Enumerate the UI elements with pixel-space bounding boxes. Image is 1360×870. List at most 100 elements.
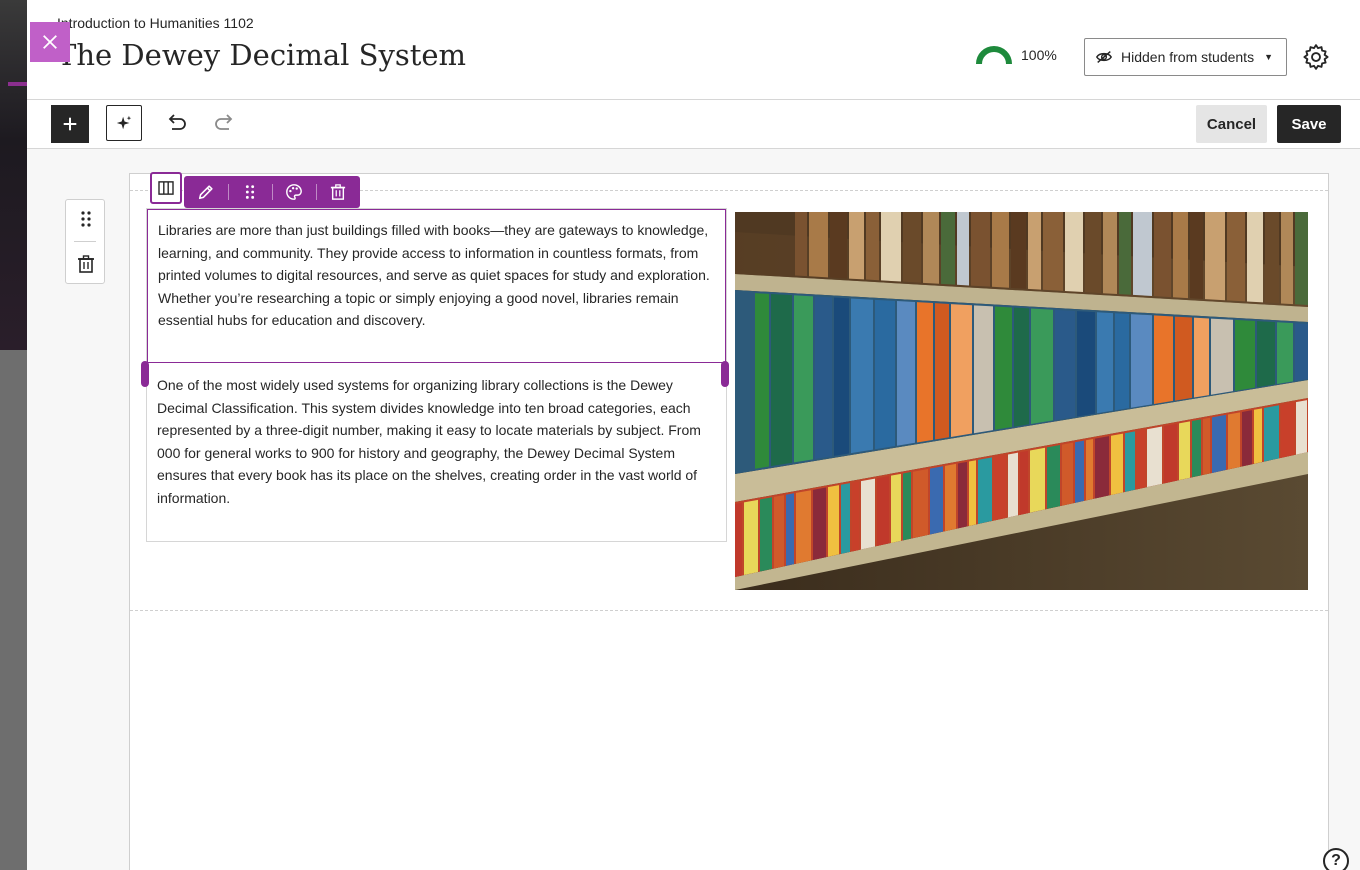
book-spine [978, 457, 992, 524]
book-spine [795, 212, 807, 277]
book-spine [923, 212, 939, 284]
book-spine [774, 495, 784, 569]
editor-toolbar: Cancel Save [27, 100, 1360, 149]
book-spine [917, 302, 933, 443]
book-spine [1103, 212, 1117, 294]
plus-icon [63, 117, 77, 131]
book-spine [1111, 433, 1123, 495]
book-spine [1203, 417, 1210, 475]
book-spine [851, 298, 873, 454]
document-editor-panel: Introduction to Humanities 1102 The Dewe… [27, 0, 1360, 870]
visibility-label: Hidden from students [1121, 49, 1255, 65]
book-spine [1179, 421, 1190, 481]
library-bookshelf-image[interactable] [735, 212, 1308, 590]
save-button[interactable]: Save [1277, 105, 1341, 143]
help-button[interactable]: ? [1323, 848, 1349, 870]
book-spine [1173, 212, 1188, 299]
book-spine [1043, 212, 1063, 291]
delete-block-button[interactable] [316, 176, 360, 208]
book-spine [1281, 212, 1293, 305]
book-spine [875, 299, 895, 450]
book-spine [1194, 317, 1209, 398]
undo-button[interactable] [164, 112, 190, 136]
book-spine [1228, 412, 1240, 470]
book-spine [1264, 405, 1279, 462]
book-spine [755, 293, 769, 469]
book-spine [891, 473, 901, 543]
block-toolbar [184, 176, 360, 208]
book-spine [1154, 315, 1173, 404]
book-spine [735, 502, 742, 577]
book-spine [1047, 445, 1060, 509]
book-spine [834, 297, 849, 456]
selected-paragraph[interactable]: Libraries are more than just buildings f… [147, 209, 726, 363]
book-spine [794, 295, 813, 463]
paragraph[interactable]: One of the most widely used systems for … [157, 374, 717, 509]
bookshelf-illustration [735, 212, 1308, 590]
book-spine [760, 497, 772, 572]
editor-content-area: Libraries are more than just buildings f… [27, 149, 1360, 870]
book-spine [813, 487, 826, 560]
book-spine [1227, 212, 1245, 302]
book-spine [974, 305, 993, 434]
book-spine [913, 468, 928, 539]
book-spine [852, 481, 859, 552]
course-name: Introduction to Humanities 1102 [57, 15, 254, 31]
book-spine [1175, 316, 1192, 401]
style-block-button[interactable] [272, 176, 316, 208]
layout-button[interactable] [150, 172, 182, 204]
trash-icon[interactable] [77, 254, 95, 274]
visibility-dropdown[interactable]: Hidden from students ▼ [1084, 38, 1287, 76]
book-spine [1296, 400, 1307, 455]
book-spine [1265, 212, 1279, 304]
book-spine [958, 461, 967, 529]
gear-icon [1303, 44, 1329, 70]
undo-icon [168, 114, 186, 130]
drag-handle-icon [245, 185, 255, 199]
book-spine [1062, 442, 1073, 506]
redo-icon [215, 114, 233, 130]
book-spine [903, 472, 911, 541]
add-content-button[interactable] [51, 105, 89, 143]
book-spine [1164, 423, 1177, 484]
redo-button[interactable] [211, 112, 237, 136]
close-button[interactable] [30, 22, 70, 62]
background-page [0, 0, 27, 870]
book-spine [1190, 212, 1203, 299]
book-spine [1235, 319, 1255, 391]
book-spine [1242, 410, 1252, 467]
book-spine [861, 478, 875, 550]
book-spine [1086, 439, 1093, 501]
book-spine [1154, 212, 1171, 298]
move-block-button[interactable] [228, 176, 272, 208]
book-spine [969, 460, 976, 526]
book-spine [1137, 429, 1145, 490]
settings-button[interactable] [1301, 42, 1331, 72]
book-spine [1031, 308, 1053, 424]
ai-assist-button[interactable] [106, 105, 142, 141]
book-spine [951, 304, 972, 437]
book-spine [1133, 212, 1152, 297]
book-spine [1085, 212, 1101, 294]
book-spine [1125, 431, 1135, 492]
book-spine [1131, 314, 1152, 408]
sparkle-icon [116, 115, 132, 130]
cancel-button[interactable]: Cancel [1196, 105, 1267, 143]
resize-handle-left[interactable] [141, 361, 149, 387]
book-spine [903, 212, 921, 283]
resize-handle-right[interactable] [721, 361, 729, 387]
close-icon [43, 35, 57, 49]
drag-handle-icon[interactable] [77, 210, 95, 228]
edit-block-button[interactable] [184, 176, 228, 208]
book-spine [744, 499, 758, 576]
columns-icon [158, 181, 174, 195]
book-spine [995, 306, 1012, 430]
book-spine [1020, 450, 1028, 515]
book-spine [866, 212, 879, 281]
book-spine [1095, 436, 1109, 499]
book-spine [935, 303, 949, 440]
book-spine [994, 454, 1006, 521]
page-title: The Dewey Decimal System [57, 38, 467, 72]
book-spine [809, 212, 828, 278]
book-spine [1247, 212, 1263, 303]
